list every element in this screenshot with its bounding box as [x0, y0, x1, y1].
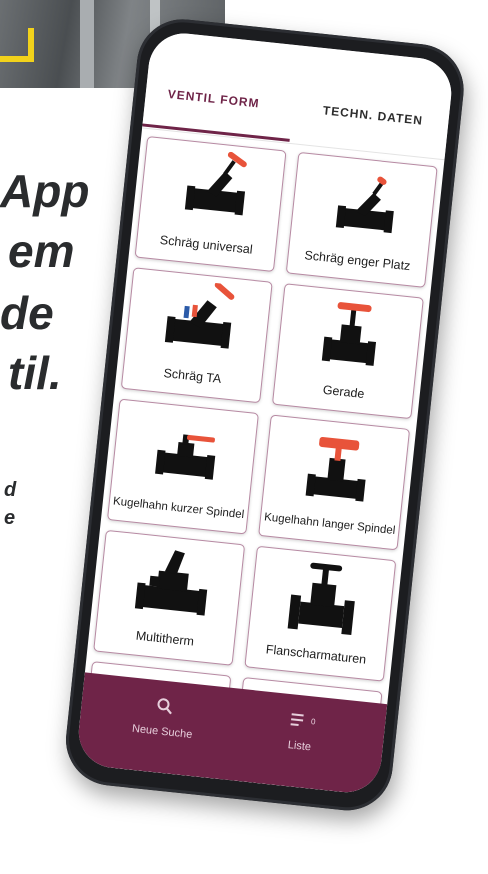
- phone-mockup: VENTIL FORM TECHN. DATEN Schräg universa: [0, 8, 488, 874]
- tab-techn-daten[interactable]: TECHN. DATEN: [322, 103, 423, 127]
- tab-ventil-form[interactable]: VENTIL FORM: [167, 87, 260, 111]
- nav-neue-suche[interactable]: Neue Suche: [117, 692, 211, 742]
- phone-frame: VENTIL FORM TECHN. DATEN Schräg universa: [61, 14, 469, 815]
- app-screen: VENTIL FORM TECHN. DATEN Schräg universa: [75, 29, 455, 796]
- angled-valve-ta-icon: [164, 282, 235, 349]
- nav-liste[interactable]: 0 Liste: [254, 707, 348, 757]
- list-count-badge: 0: [310, 717, 316, 727]
- tile-label: Kugelhahn kurzer Spindel: [112, 495, 245, 522]
- list-icon: [290, 713, 304, 726]
- flanged-valve-icon: [287, 562, 355, 636]
- angled-valve-icon: [184, 151, 247, 216]
- tile-schraeg-universal[interactable]: Schräg universal: [134, 136, 287, 272]
- tile-gerade[interactable]: Gerade: [271, 283, 424, 420]
- nav-label: Neue Suche: [131, 722, 193, 741]
- tile-kugelhahn-kurzer-spindel[interactable]: Kugelhahn kurzer Spindel: [106, 398, 259, 535]
- nav-label: Liste: [287, 739, 312, 754]
- tile-kugelhahn-langer-spindel[interactable]: Kugelhahn langer Spindel: [258, 414, 411, 551]
- tile-flanscharmaturen[interactable]: Flanscharmaturen: [244, 545, 397, 682]
- tile-schraeg-enger-platz[interactable]: Schräg enger Platz: [285, 151, 438, 288]
- ball-valve-long-icon: [305, 436, 366, 502]
- tile-label: Kugelhahn langer Spindel: [263, 511, 396, 538]
- tile-schraeg-ta[interactable]: Schräg TA: [120, 267, 273, 404]
- multitherm-valve-icon: [134, 550, 208, 616]
- ball-valve-short-icon: [155, 434, 216, 480]
- straight-valve-icon: [321, 302, 377, 366]
- tile-multitherm[interactable]: Multitherm: [93, 529, 246, 666]
- search-icon: [157, 698, 172, 715]
- angled-valve-compact-icon: [335, 176, 394, 234]
